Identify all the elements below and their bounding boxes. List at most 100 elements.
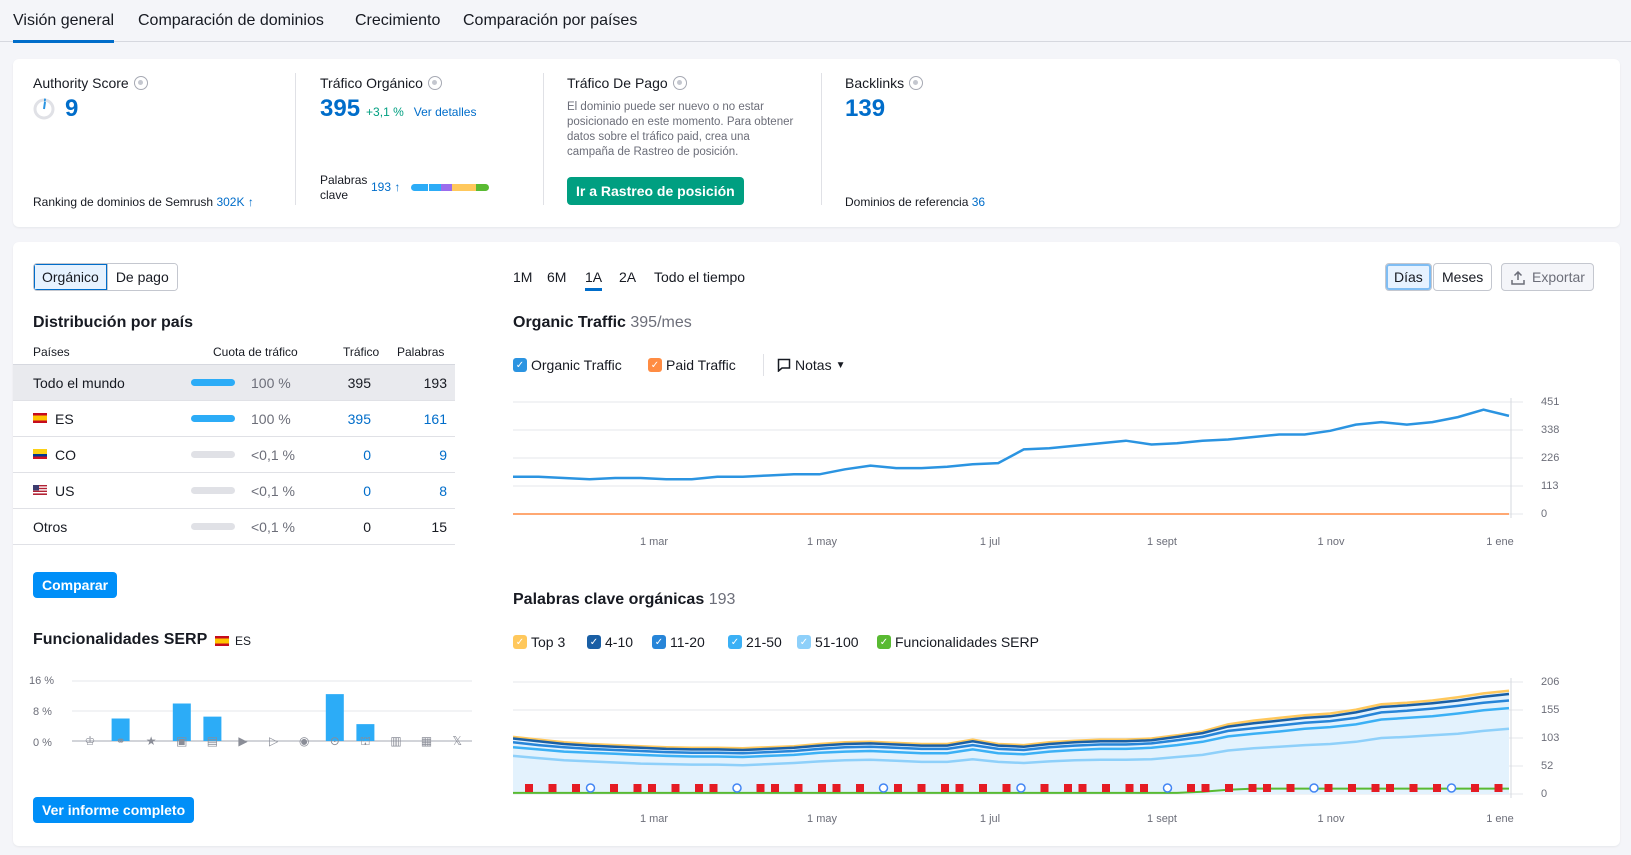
timeframe-2a[interactable]: 2A (619, 269, 636, 285)
timeframe-6m[interactable]: 6M (547, 269, 566, 285)
event-flag-icon[interactable] (1471, 784, 1479, 792)
event-flag-icon[interactable] (1409, 784, 1418, 792)
event-flag-icon[interactable] (941, 784, 949, 792)
event-flag-icon[interactable] (695, 784, 703, 792)
info-icon[interactable] (133, 76, 148, 90)
tab-country-comparison[interactable]: Comparación por países (463, 12, 637, 40)
info-icon[interactable] (909, 76, 924, 90)
header-traffic[interactable]: Tráfico (343, 345, 379, 359)
event-flag-icon[interactable] (709, 784, 718, 792)
legend-paid-traffic[interactable]: ✓ Paid Traffic (648, 357, 736, 373)
keywords-value[interactable]: 9 (439, 447, 447, 463)
event-flag-icon[interactable] (1225, 784, 1233, 792)
cap-icon[interactable]: ⛫ (358, 734, 372, 748)
legend-51-100[interactable]: ✓ 51-100 (797, 634, 859, 650)
timeframe-1m[interactable]: 1M (513, 269, 532, 285)
event-flag-icon[interactable] (1040, 784, 1049, 792)
legend-top-3[interactable]: ✓ Top 3 (513, 634, 565, 650)
keywords-value[interactable]: 193 ↑ (371, 180, 400, 194)
compare-button[interactable]: Comparar (33, 572, 118, 598)
event-flag-icon[interactable] (572, 784, 580, 792)
event-flag-icon[interactable] (1140, 784, 1148, 792)
event-flag-icon[interactable] (917, 784, 926, 792)
table-row-us[interactable]: US <0,1 % 0 8 (13, 473, 455, 509)
ranking-value[interactable]: 302K (216, 195, 244, 209)
event-flag-icon[interactable] (856, 784, 864, 792)
months-button[interactable]: Meses (1433, 263, 1493, 291)
authority-score-value[interactable]: 9 (65, 95, 78, 123)
traffic-value[interactable]: 395 (348, 411, 371, 427)
event-flag-icon[interactable] (818, 784, 826, 792)
news-icon[interactable]: ▥ (389, 734, 403, 748)
event-flag-icon[interactable] (1263, 784, 1271, 792)
keywords-value[interactable]: 161 (424, 411, 447, 427)
traffic-value[interactable]: 0 (363, 447, 371, 463)
organic-toggle-button[interactable]: Orgánico (34, 264, 107, 290)
tab-growth[interactable]: Crecimiento (355, 12, 440, 40)
event-flag-icon[interactable] (548, 784, 557, 792)
info-icon[interactable] (427, 76, 442, 90)
referring-domains-value[interactable]: 36 (972, 195, 985, 209)
event-flag-icon[interactable] (1348, 784, 1356, 792)
keywords-value[interactable]: 8 (439, 483, 447, 499)
event-flag-icon[interactable] (979, 784, 987, 792)
event-flag-icon[interactable] (1386, 784, 1394, 792)
organic-traffic-value[interactable]: 395 (320, 95, 360, 123)
event-flag-icon[interactable] (955, 784, 964, 792)
event-flag-icon[interactable] (1433, 784, 1441, 792)
export-button[interactable]: Exportar (1501, 263, 1594, 291)
traffic-value[interactable]: 0 (363, 483, 371, 499)
event-flag-icon[interactable] (1324, 784, 1333, 792)
days-button[interactable]: Días (1385, 263, 1432, 291)
google-update-icon[interactable] (1446, 783, 1457, 793)
timeframe-all[interactable]: Todo el tiempo (654, 269, 745, 285)
briefcase-icon[interactable]: ▦ (420, 734, 434, 748)
full-report-button[interactable]: Ver informe completo (33, 797, 195, 823)
play-circle-icon[interactable]: ◉ (297, 734, 311, 748)
event-flag-icon[interactable] (525, 784, 533, 792)
image-icon[interactable]: ▣ (175, 734, 189, 748)
event-flag-icon[interactable] (1286, 784, 1295, 792)
paid-toggle-button[interactable]: De pago (106, 264, 177, 290)
event-flag-icon[interactable] (1102, 784, 1110, 792)
header-traffic-share[interactable]: Cuota de tráfico (213, 345, 298, 359)
star-icon[interactable]: ★ (144, 734, 158, 748)
info-icon[interactable] (672, 76, 687, 90)
legend-21-50[interactable]: ✓ 21-50 (728, 634, 782, 650)
event-flag-icon[interactable] (648, 784, 656, 792)
legend-4-10[interactable]: ✓ 4-10 (587, 634, 633, 650)
x-icon[interactable]: 𝕏 (450, 734, 464, 748)
event-flag-icon[interactable] (671, 784, 680, 792)
crown-icon[interactable]: ♔ (83, 734, 97, 748)
event-flag-icon[interactable] (756, 784, 765, 792)
pin-icon[interactable]: ⊙ (328, 734, 342, 748)
event-flag-icon[interactable] (633, 784, 642, 792)
tab-domain-comparison[interactable]: Comparación de dominios (138, 12, 324, 40)
legend-11-20[interactable]: ✓ 11-20 (652, 634, 705, 650)
google-update-icon[interactable] (1016, 783, 1026, 793)
event-flag-icon[interactable] (1078, 784, 1087, 792)
table-row-worldwide[interactable]: Todo el mundo 100 % 395 193 (13, 365, 455, 401)
event-flag-icon[interactable] (1064, 784, 1072, 792)
event-flag-icon[interactable] (1248, 784, 1257, 792)
legend-serp-features[interactable]: ✓ Funcionalidades SERP (877, 634, 1039, 650)
backlinks-value[interactable]: 139 (845, 95, 885, 122)
event-flag-icon[interactable] (1494, 784, 1503, 792)
google-update-icon[interactable] (585, 783, 596, 793)
google-update-icon[interactable] (878, 783, 889, 793)
table-row-es[interactable]: ES 100 % 395 161 (13, 401, 455, 437)
google-update-icon[interactable] (1162, 783, 1173, 793)
position-tracking-button[interactable]: Ir a Rastreo de posición (567, 177, 744, 205)
notes-dropdown[interactable]: Notas ▼ (777, 357, 845, 373)
header-countries[interactable]: Países (33, 345, 70, 359)
event-flag-icon[interactable] (1371, 784, 1380, 792)
view-details-link[interactable]: Ver detalles (414, 105, 477, 119)
event-flag-icon[interactable] (771, 784, 779, 792)
event-flag-icon[interactable] (1187, 784, 1195, 792)
event-flag-icon[interactable] (1002, 784, 1011, 792)
google-update-icon[interactable] (732, 783, 742, 793)
event-flag-icon[interactable] (832, 784, 841, 792)
gallery-icon[interactable]: ▤ (205, 734, 219, 748)
timeframe-1a[interactable]: 1A (585, 269, 603, 291)
table-row-co[interactable]: CO <0,1 % 0 9 (13, 437, 455, 473)
